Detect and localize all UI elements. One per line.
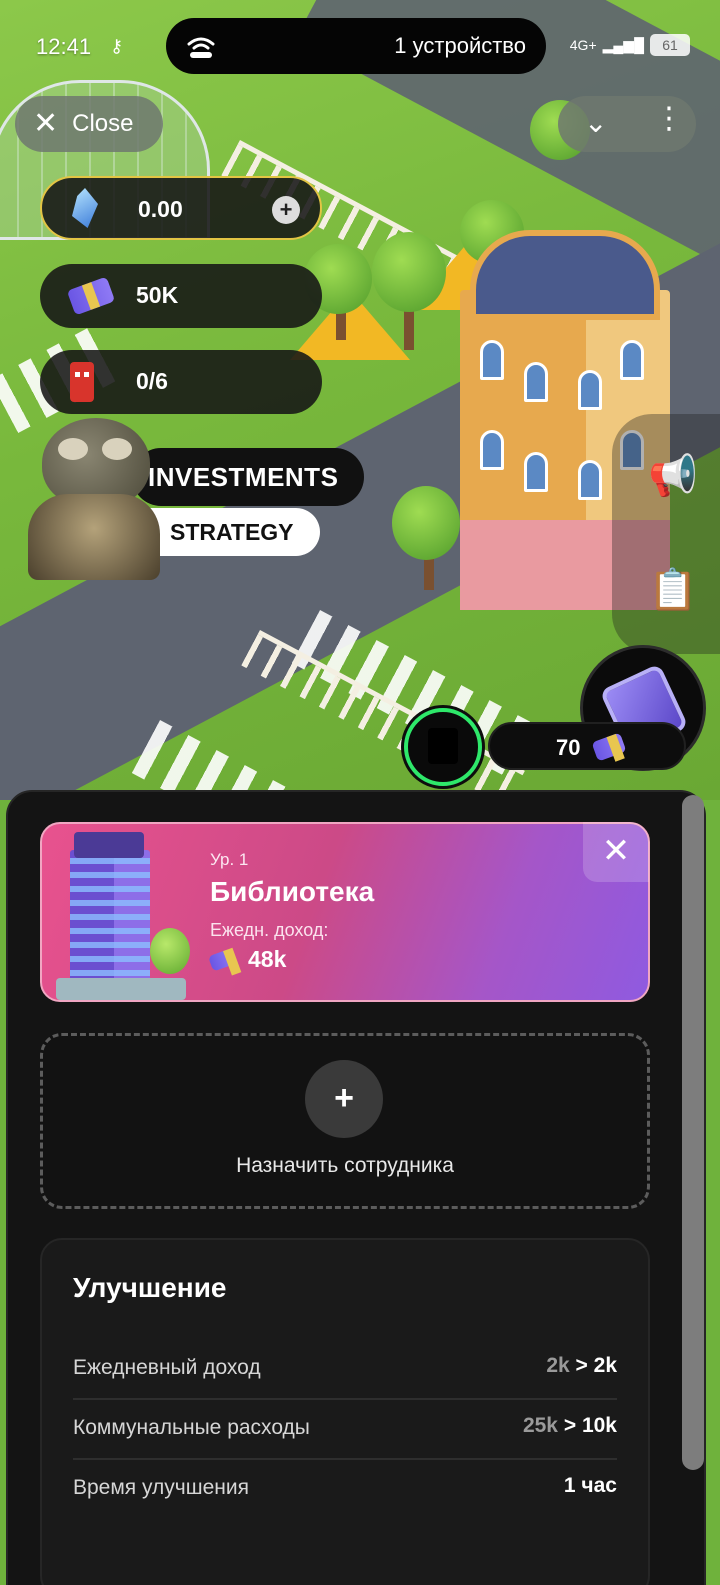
plus-icon[interactable]: +	[305, 1060, 383, 1138]
income-pill-value: 70	[556, 735, 581, 760]
more-options-icon[interactable]: ⋮	[654, 104, 684, 134]
close-sheet-button[interactable]: ✕	[583, 822, 649, 882]
clock: 12:41	[36, 34, 92, 59]
chevron-down-icon[interactable]: ⌄	[584, 106, 607, 139]
daily-income: 48k	[207, 946, 287, 973]
network-type: 4G+	[569, 37, 597, 53]
frog-warrior-icon[interactable]	[28, 414, 160, 580]
worker-icon	[70, 362, 94, 402]
close-button[interactable]: ✕ Close	[15, 96, 163, 152]
row-label: Коммунальные расходы	[73, 1416, 310, 1439]
cash-icon	[207, 947, 237, 972]
building-name: Библиотека	[210, 876, 375, 907]
row-label: Время улучшения	[73, 1476, 249, 1499]
system-icons: 4G+ ▂▄▆█ 61	[570, 34, 690, 56]
upgrade-row-utilities: Коммунальные расходы 25k > 10k	[73, 1400, 617, 1460]
row-value: 2k > 2k	[546, 1354, 617, 1377]
status-bar: 12:41 ⚷ 1 устройство 4G+ ▂▄▆█ 61	[0, 0, 720, 90]
tree	[372, 232, 446, 312]
close-label: Close	[72, 110, 134, 137]
row-label: Ежедневный доход	[73, 1356, 261, 1379]
tree	[392, 486, 460, 560]
income-pill[interactable]: 70	[488, 722, 686, 770]
add-gems-icon[interactable]: +	[272, 196, 300, 224]
daily-income-value: 48k	[248, 946, 287, 972]
row-value: 1 час	[563, 1474, 617, 1497]
crystal-icon	[72, 188, 98, 228]
device-count: 1 устройство	[394, 33, 526, 58]
wifi-icon	[187, 37, 215, 58]
key-icon: ⚷	[110, 36, 124, 56]
building-level: Ур. 1	[210, 850, 249, 869]
cash-icon	[591, 732, 627, 762]
cash-icon	[66, 276, 116, 316]
close-icon: ✕	[33, 107, 59, 140]
upgrade-row-time: Время улучшения 1 час	[73, 1460, 617, 1520]
signal-icon: ▂▄▆█	[602, 36, 644, 53]
battery-icon: 61	[650, 34, 690, 56]
workers-value: 0/6	[136, 368, 168, 394]
gems-value: 0.00	[138, 196, 183, 222]
gems-counter[interactable]: 0.00 +	[40, 176, 322, 240]
menu-pill: ⌄ ⋮	[558, 96, 696, 152]
upgrade-title: Улучшение	[73, 1272, 227, 1303]
row-value: 25k > 10k	[522, 1414, 617, 1437]
workers-counter[interactable]: 0/6	[40, 350, 322, 414]
avatar[interactable]	[404, 708, 482, 786]
scrollbar[interactable]	[682, 795, 704, 1470]
cash-counter[interactable]: 50K	[40, 264, 322, 328]
strategy-banner[interactable]: STRATEGY	[150, 508, 320, 556]
cash-value: 50K	[136, 282, 179, 308]
building-card	[40, 822, 650, 1002]
device-pill[interactable]: 1 устройство	[166, 18, 546, 74]
crosswalk	[131, 720, 364, 800]
assign-employee-label: Назначить сотрудника	[236, 1154, 454, 1177]
building-image	[50, 828, 200, 1000]
upgrade-row-daily-income: Ежедневный доход 2k > 2k	[73, 1340, 617, 1400]
megaphone-icon[interactable]: 📢	[648, 452, 698, 499]
tasks-clipboard-icon[interactable]: 📋	[648, 566, 698, 613]
side-toolbar	[612, 414, 720, 654]
close-icon: ✕	[601, 832, 631, 870]
investments-banner[interactable]: INVESTMENTS	[132, 448, 364, 506]
daily-income-label: Ежедн. доход:	[210, 920, 329, 940]
